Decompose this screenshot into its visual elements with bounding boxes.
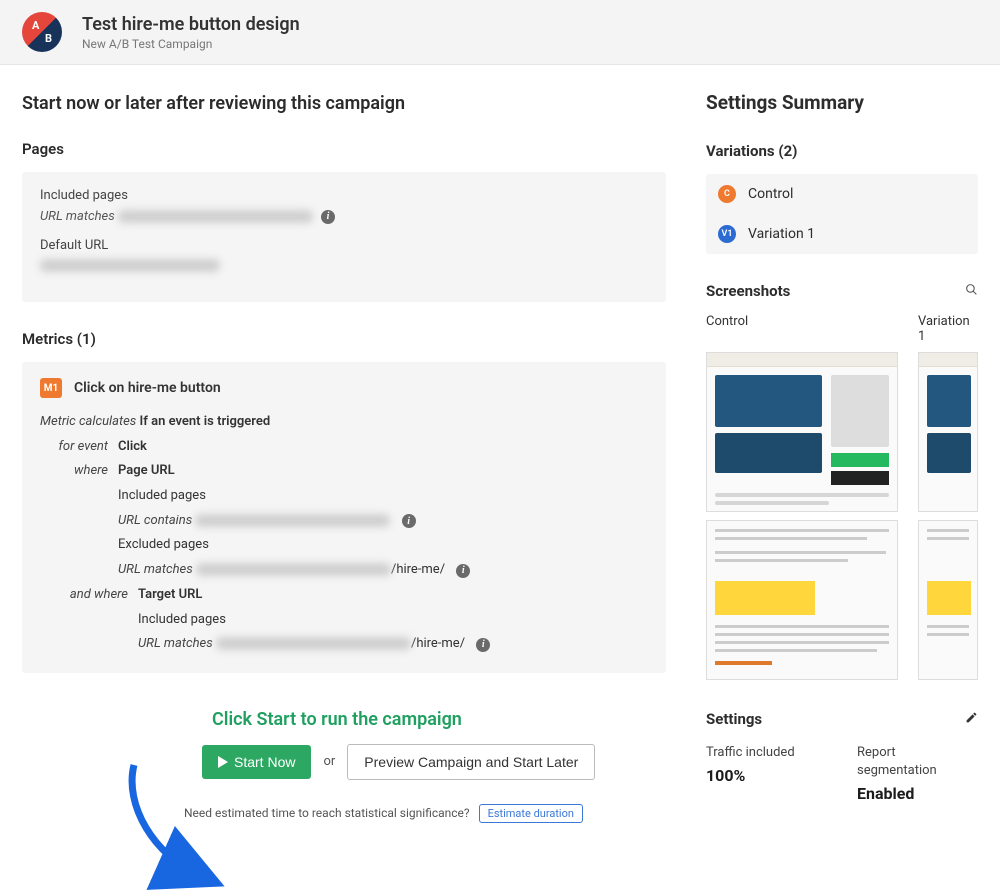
campaign-subtitle: New A/B Test Campaign [82,37,300,51]
screenshot-control-lower[interactable] [706,520,898,680]
settings-summary-title: Settings Summary [706,91,978,114]
screenshot-label-variation: Variation 1 [918,314,978,344]
annotation-text: Click Start to run the campaign [212,709,666,730]
metric-badge: M1 [40,378,62,398]
traffic-label: Traffic included [706,744,827,762]
campaign-title: Test hire-me button design [82,14,300,35]
or-separator: or [323,754,335,769]
page-header: Test hire-me button design New A/B Test … [0,0,1000,65]
redacted-url [196,563,391,576]
start-now-button[interactable]: Start Now [202,745,311,779]
and-where-label: and where [40,583,138,657]
url-contains-label: URL contains [118,513,192,528]
screenshot-label-control: Control [706,314,898,344]
lead-heading: Start now or later after reviewing this … [22,93,666,114]
screenshot-variation-upper[interactable] [918,352,978,512]
screenshot-control-upper[interactable] [706,352,898,512]
report-value: Enabled [857,784,978,803]
estimate-duration-button[interactable]: Estimate duration [479,804,583,823]
info-icon[interactable]: i [321,210,335,224]
for-event-label: for event [40,435,118,460]
edit-icon[interactable] [965,711,978,728]
target-url-label: Target URL [138,583,648,608]
control-badge-icon: C [718,185,736,203]
page-url-label: Page URL [118,459,648,484]
settings-title: Settings [706,710,762,728]
pages-title: Pages [22,140,666,158]
metrics-title: Metrics (1) [22,330,666,348]
preview-later-button[interactable]: Preview Campaign and Start Later [347,744,595,780]
variation-label: Variation 1 [748,226,815,242]
redacted-url [216,637,411,650]
report-label: Report segmentation [857,744,978,780]
search-icon[interactable] [965,283,978,300]
excluded-pages-sub: Excluded pages [118,533,648,558]
metric-calc-value: If an event is triggered [140,414,271,429]
variation-label: Control [748,186,793,202]
metrics-card: M1 Click on hire-me button Metric calcul… [22,362,666,673]
ab-logo-icon [22,12,62,52]
for-event-value: Click [118,435,648,460]
hire-me-suffix: /hire-me/ [411,636,465,651]
play-icon [218,756,228,768]
traffic-value: 100% [706,766,827,785]
metric-calc-prefix: Metric calculates [40,414,136,429]
variation-item-control[interactable]: C Control [706,174,978,214]
redacted-url [40,259,220,272]
where-label: where [40,459,118,582]
info-icon[interactable]: i [456,564,470,578]
estimate-prompt: Need estimated time to reach statistical… [184,806,470,820]
screenshots-title: Screenshots [706,282,790,300]
redacted-url [195,514,390,527]
default-url-label: Default URL [40,238,648,253]
variation-badge-icon: V1 [718,225,736,243]
included-pages-sub: Included pages [138,608,648,633]
screenshot-variation-lower[interactable] [918,520,978,680]
url-matches-label: URL matches [40,209,115,224]
info-icon[interactable]: i [402,514,416,528]
url-matches-label: URL matches [138,636,213,651]
hire-me-suffix: /hire-me/ [391,562,445,577]
pages-card: Included pages URL matches i Default URL [22,172,666,302]
variations-list: C Control V1 Variation 1 [706,174,978,254]
redacted-url [118,210,313,223]
info-icon[interactable]: i [476,638,490,652]
included-pages-sub: Included pages [118,484,648,509]
metric-name: Click on hire-me button [74,380,221,396]
included-pages-label: Included pages [40,188,648,203]
variations-title: Variations (2) [706,142,978,160]
url-matches-label: URL matches [118,562,193,577]
variation-item-v1[interactable]: V1 Variation 1 [706,214,978,254]
